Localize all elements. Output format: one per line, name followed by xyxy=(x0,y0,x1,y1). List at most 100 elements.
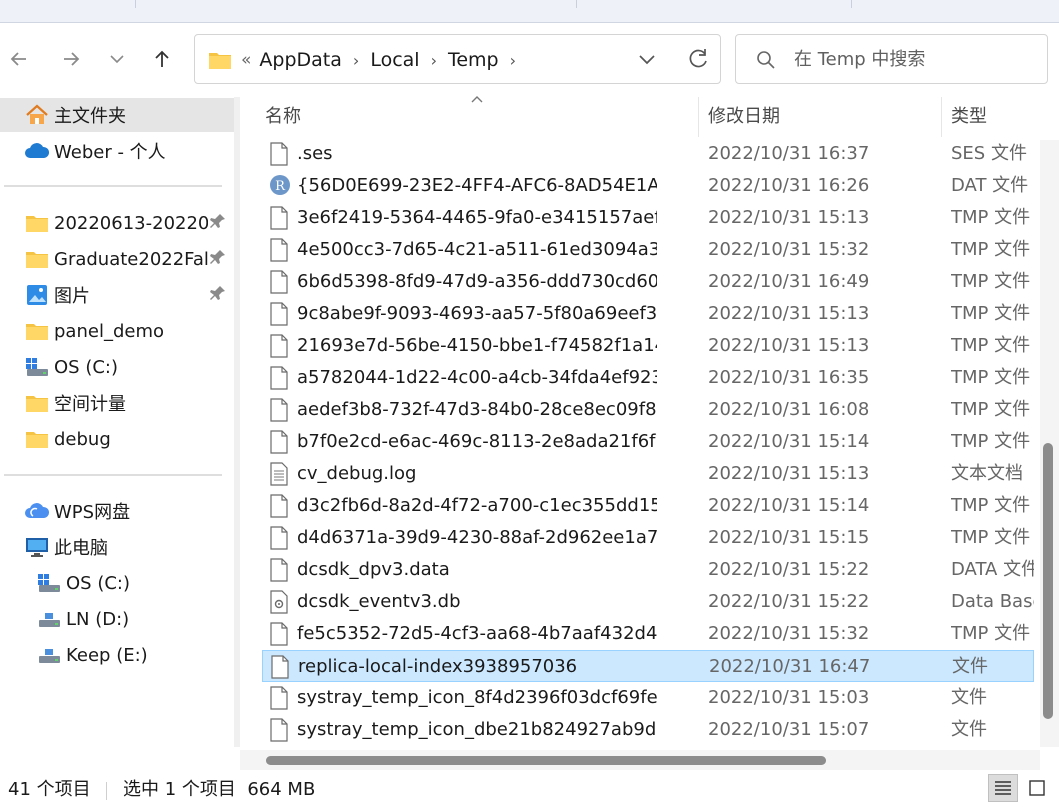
sidebar-item-label: OS (C:) xyxy=(54,356,118,378)
file-row[interactable]: 6b6d5398-8fd9-47d9-a356-ddd730cd60a... 20… xyxy=(262,266,1034,298)
file-icon xyxy=(269,366,289,390)
file-row[interactable]: systray_temp_icon_8f4d2396f03dcf69fee87.… xyxy=(262,682,1034,714)
refresh-icon[interactable] xyxy=(685,46,711,72)
chevron-down-icon[interactable] xyxy=(635,47,659,71)
file-row[interactable]: fe5c5352-72d5-4cf3-aa68-4b7aaf432d4a.t..… xyxy=(262,618,1034,650)
breadcrumb-overflow[interactable]: « xyxy=(241,50,251,70)
breadcrumb-appdata[interactable]: AppData xyxy=(259,49,342,71)
file-row[interactable]: dcsdk_dpv3.data 2022/10/31 15:22 DATA 文件 xyxy=(262,554,1034,586)
file-row[interactable]: 21693e7d-56be-4150-bbe1-f74582f1a14a....… xyxy=(262,330,1034,362)
sidebar-item-quick-5[interactable]: 空间计量 xyxy=(24,386,126,420)
file-date: 2022/10/31 16:08 xyxy=(708,399,870,420)
file-name: 4e500cc3-7d65-4c21-a511-61ed3094a3c8.... xyxy=(297,239,657,260)
file-type: TMP 文件 xyxy=(951,335,1031,356)
cloud-icon xyxy=(24,500,50,522)
file-date: 2022/10/31 15:03 xyxy=(708,687,870,708)
sidebar-item-quick-2[interactable]: 图片 xyxy=(24,278,234,312)
file-name: dcsdk_dpv3.data xyxy=(297,559,450,580)
sidebar-item-home[interactable]: 主文件夹 xyxy=(0,98,234,132)
file-row[interactable]: d3c2fb6d-8a2d-4f72-a700-c1ec355dd152....… xyxy=(262,490,1034,522)
up-button[interactable] xyxy=(147,44,177,74)
breadcrumb-separator[interactable]: › xyxy=(431,51,437,70)
sidebar-item-drive-e[interactable]: Keep (E:) xyxy=(36,638,148,672)
recent-locations-button[interactable] xyxy=(102,44,132,74)
sidebar-item-quick-6[interactable]: debug xyxy=(24,422,111,456)
file-type: 文件 xyxy=(951,719,987,740)
sidebar-item-label: debug xyxy=(54,428,111,450)
sidebar-item-quick-1[interactable]: Graduate2022Fall xyxy=(24,242,234,276)
chevron-down-icon xyxy=(110,55,124,64)
file-name: aedef3b8-732f-47d3-84b0-28ce8ec09f82.t..… xyxy=(297,399,657,420)
file-date: 2022/10/31 15:07 xyxy=(708,719,870,740)
breadcrumb-separator[interactable]: › xyxy=(510,51,516,70)
search-placeholder: 在 Temp 中搜索 xyxy=(794,49,926,70)
sidebar-item-drive-d[interactable]: LN (D:) xyxy=(36,602,129,636)
file-name: replica-local-index3938957036 xyxy=(298,656,578,677)
file-row[interactable]: b7f0e2cd-e6ac-469c-8113-2e8ada21f6f7.t..… xyxy=(262,426,1034,458)
breadcrumb-separator[interactable]: › xyxy=(353,51,359,70)
column-header-name[interactable]: 名称 xyxy=(265,97,301,137)
file-date: 2022/10/31 16:49 xyxy=(708,271,870,292)
arrow-right-icon xyxy=(64,52,80,66)
file-row[interactable]: a5782044-1d22-4c00-a4cb-34fda4ef9237....… xyxy=(262,362,1034,394)
column-header-type[interactable]: 类型 xyxy=(951,97,987,137)
file-row[interactable]: aedef3b8-732f-47d3-84b0-28ce8ec09f82.t..… xyxy=(262,394,1034,426)
folder-icon xyxy=(24,212,50,234)
file-row[interactable]: .ses 2022/10/31 16:37 SES 文件 xyxy=(262,138,1034,170)
sidebar-item-label: LN (D:) xyxy=(66,608,130,630)
file-icon xyxy=(269,622,289,646)
file-name: d3c2fb6d-8a2d-4f72-a700-c1ec355dd152.... xyxy=(297,495,657,516)
pin-icon[interactable] xyxy=(210,249,226,272)
horizontal-scrollbar-thumb[interactable] xyxy=(266,756,826,765)
forward-button[interactable] xyxy=(56,44,86,74)
file-row[interactable]: dcsdk_eventv3.db 2022/10/31 15:22 Data Bas… xyxy=(262,586,1034,618)
file-icon xyxy=(269,398,289,422)
sidebar-scrollbar[interactable] xyxy=(234,97,240,747)
file-row[interactable]: 9c8abe9f-9093-4693-aa57-5f80a69eef3c.t..… xyxy=(262,298,1034,330)
file-row[interactable]: systray_temp_icon_dbe21b824927ab9d989...… xyxy=(262,714,1034,746)
file-row[interactable]: replica-local-index3938957036 2022/10/31 … xyxy=(262,650,1034,682)
file-name: fe5c5352-72d5-4cf3-aa68-4b7aaf432d4a.t..… xyxy=(297,623,657,644)
file-type: TMP 文件 xyxy=(951,399,1031,420)
file-row[interactable]: 3e6f2419-5364-4465-9fa0-e3415157aef1.t..… xyxy=(262,202,1034,234)
address-bar[interactable]: « AppData › Local › Temp › xyxy=(194,34,721,84)
file-name: 9c8abe9f-9093-4693-aa57-5f80a69eef3c.t..… xyxy=(297,303,657,324)
file-row[interactable]: 4e500cc3-7d65-4c21-a511-61ed3094a3c8....… xyxy=(262,234,1034,266)
file-icon xyxy=(269,302,289,326)
folder-icon xyxy=(24,320,50,342)
vertical-scrollbar-thumb[interactable] xyxy=(1043,443,1053,719)
file-type: 文件 xyxy=(952,656,988,677)
column-header-date[interactable]: 修改日期 xyxy=(708,97,780,137)
back-button[interactable] xyxy=(4,44,34,74)
file-date: 2022/10/31 15:14 xyxy=(708,431,870,452)
file-type: TMP 文件 xyxy=(951,431,1031,452)
search-input[interactable]: 在 Temp 中搜索 xyxy=(735,34,1048,84)
sidebar-item-quick-4[interactable]: OS (C:) xyxy=(24,350,118,384)
drive-icon xyxy=(36,572,62,594)
sidebar-item-onedrive[interactable]: Weber - 个人 xyxy=(24,134,166,168)
file-row[interactable]: cv_debug.log 2022/10/31 15:13 文本文档 xyxy=(262,458,1034,490)
breadcrumb-temp[interactable]: Temp xyxy=(448,49,499,71)
column-divider[interactable] xyxy=(941,97,942,137)
file-date: 2022/10/31 15:13 xyxy=(708,463,870,484)
file-icon xyxy=(270,655,290,679)
file-row[interactable]: d4d6371a-39d9-4230-88af-2d962ee1a720... 2… xyxy=(262,522,1034,554)
file-row[interactable]: R {56D0E699-23E2-4FF4-AFC6-8AD54E1A2D... 2… xyxy=(262,170,1034,202)
sidebar-item-quick-3[interactable]: panel_demo xyxy=(24,314,164,348)
large-icons-view-button[interactable] xyxy=(1022,774,1052,802)
computer-icon xyxy=(24,536,50,558)
sidebar-item-this-pc[interactable]: 此电脑 xyxy=(24,530,108,564)
pin-icon[interactable] xyxy=(210,285,226,308)
column-divider[interactable] xyxy=(698,97,699,137)
details-view-button[interactable] xyxy=(988,774,1018,802)
breadcrumb-local[interactable]: Local xyxy=(370,49,419,71)
sidebar-item-label: 图片 xyxy=(54,286,90,307)
file-date: 2022/10/31 15:22 xyxy=(708,591,870,612)
pin-icon[interactable] xyxy=(210,213,226,236)
file-date: 2022/10/31 15:13 xyxy=(708,335,870,356)
folder-icon xyxy=(24,428,50,450)
sidebar-item-drive-c[interactable]: OS (C:) xyxy=(36,566,130,600)
sidebar-item-quick-0[interactable]: 20220613-20220930 xyxy=(24,206,234,240)
sidebar-item-wps[interactable]: WPS网盘 xyxy=(24,494,130,528)
file-name: d4d6371a-39d9-4230-88af-2d962ee1a720... xyxy=(297,527,657,548)
